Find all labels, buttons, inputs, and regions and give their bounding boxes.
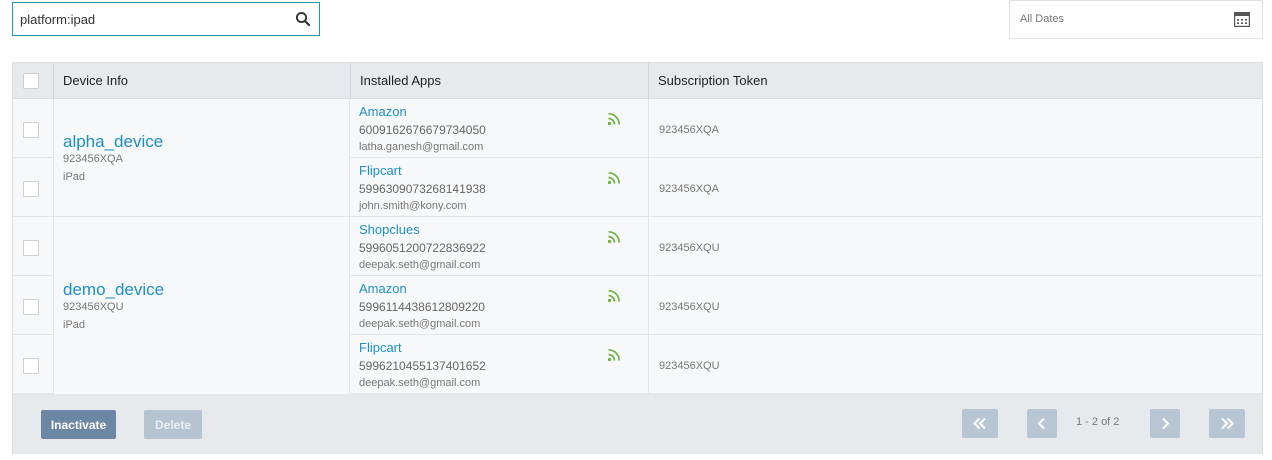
table-body: Amazon 6009162676679734050 latha.ganesh@… — [13, 99, 1262, 394]
table-footer: Inactivate Delete 1 - 2 of 2 — [13, 394, 1262, 454]
device-token: 923456XQA — [63, 153, 123, 165]
row-checkbox[interactable] — [23, 181, 39, 197]
subscription-token: 923456XQU — [659, 242, 720, 254]
app-email: john.smith@kony.com — [359, 200, 467, 212]
subscription-token: 923456XQA — [659, 183, 719, 195]
token-cell: 923456XQU — [648, 335, 1262, 394]
rss-icon — [607, 171, 621, 185]
app-cell: Shopclues 5996051200722836922 deepak.set… — [350, 217, 648, 276]
token-cell: 923456XQU — [648, 276, 1262, 335]
row-checkbox[interactable] — [23, 358, 39, 374]
row-checkbox[interactable] — [23, 299, 39, 315]
devices-table: Device Info Installed Apps Subscription … — [12, 62, 1263, 454]
app-id: 5996051200722836922 — [359, 241, 486, 255]
app-cell: Flipcart 5996210455137401652 deepak.seth… — [350, 335, 648, 394]
app-cell: Amazon 5996114438612809220 deepak.seth@g… — [350, 276, 648, 335]
app-email: deepak.seth@gmail.com — [359, 318, 481, 330]
app-cell: Amazon 6009162676679734050 latha.ganesh@… — [350, 99, 648, 158]
app-email: latha.ganesh@gmail.com — [359, 141, 484, 153]
app-email: deepak.seth@gmail.com — [359, 259, 481, 271]
pagination-info: 1 - 2 of 2 — [1076, 416, 1120, 428]
token-cell: 923456XQA — [648, 158, 1262, 217]
row-checkbox[interactable] — [23, 122, 39, 138]
app-cell: Flipcart 5996309073268141938 john.smith@… — [350, 158, 648, 217]
app-name-link[interactable]: Shopclues — [359, 222, 420, 237]
app-name-link[interactable]: Flipcart — [359, 163, 402, 178]
search-icon[interactable] — [295, 11, 311, 27]
header-subscription-token[interactable]: Subscription Token — [648, 63, 1262, 99]
select-all-checkbox[interactable] — [23, 73, 39, 89]
rss-icon — [607, 230, 621, 244]
app-id: 5996309073268141938 — [359, 182, 486, 196]
prev-page-button[interactable] — [1027, 409, 1057, 438]
chevron-right-icon — [1162, 417, 1170, 430]
app-id: 5996114438612809220 — [359, 300, 485, 314]
app-name-link[interactable]: Amazon — [359, 104, 407, 119]
row-checkbox[interactable] — [23, 240, 39, 256]
calendar-icon[interactable] — [1234, 12, 1250, 27]
search-box[interactable] — [12, 2, 320, 36]
app-email: deepak.seth@gmail.com — [359, 377, 481, 389]
device-token: 923456XQU — [63, 301, 124, 313]
device-name-link[interactable]: alpha_device — [63, 132, 163, 152]
app-name-link[interactable]: Amazon — [359, 281, 407, 296]
app-name-link[interactable]: Flipcart — [359, 340, 402, 355]
header-installed-apps[interactable]: Installed Apps — [350, 63, 648, 99]
subscription-token: 923456XQA — [659, 124, 719, 136]
next-page-button[interactable] — [1150, 409, 1180, 438]
app-id: 5996210455137401652 — [359, 359, 486, 373]
table-header: Device Info Installed Apps Subscription … — [13, 63, 1262, 99]
device-platform: iPad — [63, 171, 86, 183]
rss-icon — [607, 289, 621, 303]
search-input[interactable] — [13, 3, 283, 35]
header-device-info[interactable]: Device Info — [53, 63, 350, 99]
rss-icon — [607, 112, 621, 126]
app-id: 6009162676679734050 — [359, 123, 486, 137]
token-cell: 923456XQU — [648, 217, 1262, 276]
subscription-token: 923456XQU — [659, 360, 720, 372]
device-name-link[interactable]: demo_device — [63, 280, 164, 300]
subscription-token: 923456XQU — [659, 301, 720, 313]
device-cell: alpha_device 923456XQA iPad — [53, 99, 350, 217]
double-chevron-right-icon — [1221, 417, 1234, 430]
token-cell: 923456XQA — [648, 99, 1262, 158]
double-chevron-left-icon — [973, 417, 986, 430]
device-cell: demo_device 923456XQU iPad — [53, 217, 350, 394]
delete-button[interactable]: Delete — [144, 410, 202, 439]
rss-icon — [607, 348, 621, 362]
device-platform: iPad — [63, 319, 86, 331]
date-filter-label: All Dates — [1020, 13, 1065, 25]
first-page-button[interactable] — [962, 409, 998, 438]
date-filter[interactable]: All Dates — [1009, 0, 1263, 39]
chevron-left-icon — [1037, 417, 1045, 430]
last-page-button[interactable] — [1209, 409, 1245, 438]
inactivate-button[interactable]: Inactivate — [41, 410, 116, 439]
